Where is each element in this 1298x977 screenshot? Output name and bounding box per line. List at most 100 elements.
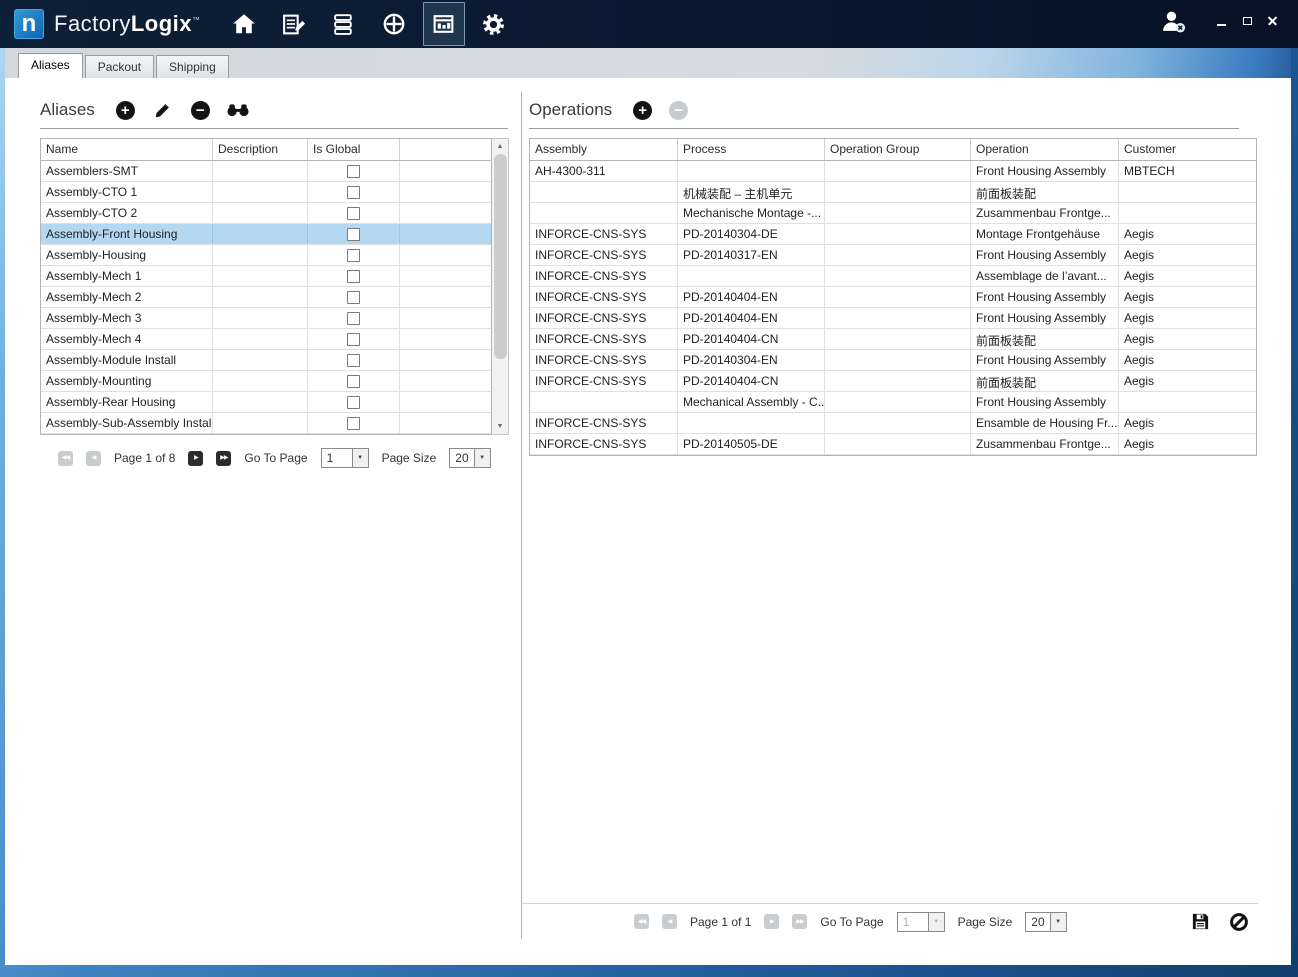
column-header-operation[interactable]: Operation [971,139,1119,160]
tab-aliases[interactable]: Aliases [18,53,83,78]
materials-icon[interactable] [323,0,365,48]
table-row[interactable]: Assembly-CTO 2 [41,203,491,224]
go-to-page-value: 1 [322,449,352,467]
minimize-icon[interactable] [1212,12,1230,30]
last-page-button[interactable]: ▶▶ [216,451,231,466]
page-size-select[interactable]: 20 ▼ [1025,912,1066,932]
process-cell: PD-20140505-DE [678,434,825,454]
previous-page-button[interactable]: ◀ [86,451,101,466]
operations-table-header: Assembly Process Operation Group Operati… [530,139,1256,161]
remove-alias-button[interactable]: − [191,101,210,120]
alias-name-cell: Assembly-Front Housing [41,224,213,244]
go-to-page-select[interactable]: 1 ▼ [897,912,945,932]
maximize-icon[interactable] [1238,12,1256,30]
column-header-description[interactable]: Description [213,139,308,160]
tab-packout[interactable]: Packout [85,55,154,78]
last-page-button[interactable]: ▶▶ [792,914,807,929]
forms-icon[interactable] [273,0,315,48]
table-row[interactable]: Mechanische Montage -...Zusammenbau Fron… [530,203,1256,224]
table-row[interactable]: INFORCE-CNS-SYSPD-20140304-DEMontage Fro… [530,224,1256,245]
table-row[interactable]: Assembly-Mech 1 [41,266,491,287]
find-alias-button[interactable] [227,100,249,120]
is-global-checkbox[interactable] [347,312,360,325]
table-row[interactable]: INFORCE-CNS-SYSPD-20140404-ENFront Housi… [530,287,1256,308]
table-row[interactable]: Assembly-Mech 2 [41,287,491,308]
first-page-button[interactable]: ◀◀ [634,914,649,929]
close-icon[interactable] [1264,12,1282,30]
is-global-checkbox[interactable] [347,333,360,346]
table-row[interactable]: Assembly-CTO 1 [41,182,491,203]
save-button[interactable] [1189,912,1211,932]
table-row[interactable]: INFORCE-CNS-SYSPD-20140317-ENFront Housi… [530,245,1256,266]
remove-operation-button[interactable]: − [669,101,688,120]
scroll-up-button[interactable]: ▲ [492,139,508,154]
table-row[interactable]: Assembly-Mech 3 [41,308,491,329]
add-operation-button[interactable]: + [633,101,652,120]
is-global-checkbox[interactable] [347,291,360,304]
table-row[interactable]: Mechanical Assembly - C...Front Housing … [530,392,1256,413]
settings-icon[interactable] [473,0,515,48]
next-page-button[interactable]: ▶ [188,451,203,466]
operation-cell: 前面板装配 [971,182,1119,202]
is-global-checkbox[interactable] [347,354,360,367]
chevron-down-icon[interactable]: ▼ [928,913,944,931]
customer-cell: Aegis [1119,308,1256,328]
table-row[interactable]: INFORCE-CNS-SYSPD-20140404-CN前面板装配Aegis [530,329,1256,350]
tracking-icon[interactable] [373,0,415,48]
previous-page-button[interactable]: ◀ [662,914,677,929]
table-row[interactable]: 机械装配 – 主机单元前面板装配 [530,182,1256,203]
scroll-down-button[interactable]: ▼ [492,419,508,434]
table-row[interactable]: Assembly-Mech 4 [41,329,491,350]
operation-group-cell [825,182,971,202]
table-row[interactable]: Assembly-Sub-Assembly Install [41,413,491,434]
column-header-blank[interactable] [400,139,491,160]
scrollbar-thumb[interactable] [494,154,507,359]
first-page-button[interactable]: ◀◀ [58,451,73,466]
is-global-checkbox[interactable] [347,207,360,220]
chevron-down-icon[interactable]: ▼ [352,449,368,467]
is-global-checkbox[interactable] [347,417,360,430]
chevron-down-icon[interactable]: ▼ [1050,913,1066,931]
is-global-checkbox[interactable] [347,228,360,241]
table-row[interactable]: Assembly-Rear Housing [41,392,491,413]
add-alias-button[interactable]: + [116,101,135,120]
table-row[interactable]: AH-4300-311Front Housing AssemblyMBTECH [530,161,1256,182]
home-icon[interactable] [223,0,265,48]
go-to-page-select[interactable]: 1 ▼ [321,448,369,468]
is-global-checkbox[interactable] [347,186,360,199]
next-page-button[interactable]: ▶ [764,914,779,929]
page-indicator: Page 1 of 1 [690,915,751,929]
vertical-scrollbar[interactable]: ▲ ▼ [492,138,509,435]
operation-group-cell [825,434,971,454]
table-row[interactable]: INFORCE-CNS-SYSPD-20140404-ENFront Housi… [530,308,1256,329]
is-global-checkbox[interactable] [347,396,360,409]
page-size-select[interactable]: 20 ▼ [449,448,490,468]
pencil-icon [154,102,171,119]
is-global-checkbox[interactable] [347,249,360,262]
table-row[interactable]: INFORCE-CNS-SYSEnsamble de Housing Fr...… [530,413,1256,434]
column-header-assembly[interactable]: Assembly [530,139,678,160]
table-row[interactable]: Assembly-Housing [41,245,491,266]
column-header-customer[interactable]: Customer [1119,139,1256,160]
edit-alias-button[interactable] [152,100,174,120]
is-global-checkbox[interactable] [347,270,360,283]
table-row[interactable]: Assembly-Module Install [41,350,491,371]
user-logout-icon[interactable] [1159,9,1186,39]
table-row[interactable]: INFORCE-CNS-SYSPD-20140404-CN前面板装配Aegis [530,371,1256,392]
is-global-checkbox[interactable] [347,165,360,178]
table-row[interactable]: Assembly-Front Housing [41,224,491,245]
chevron-down-icon[interactable]: ▼ [474,449,490,467]
table-row[interactable]: Assemblers-SMT [41,161,491,182]
table-row[interactable]: INFORCE-CNS-SYSPD-20140505-DEZusammenbau… [530,434,1256,455]
cancel-button[interactable] [1228,912,1250,932]
is-global-checkbox[interactable] [347,375,360,388]
column-header-operation-group[interactable]: Operation Group [825,139,971,160]
column-header-process[interactable]: Process [678,139,825,160]
production-icon[interactable] [423,2,465,46]
column-header-is-global[interactable]: Is Global [308,139,400,160]
column-header-name[interactable]: Name [41,139,213,160]
table-row[interactable]: Assembly-Mounting [41,371,491,392]
table-row[interactable]: INFORCE-CNS-SYSAssemblage de l’avant...A… [530,266,1256,287]
tab-shipping[interactable]: Shipping [156,55,229,78]
table-row[interactable]: INFORCE-CNS-SYSPD-20140304-ENFront Housi… [530,350,1256,371]
